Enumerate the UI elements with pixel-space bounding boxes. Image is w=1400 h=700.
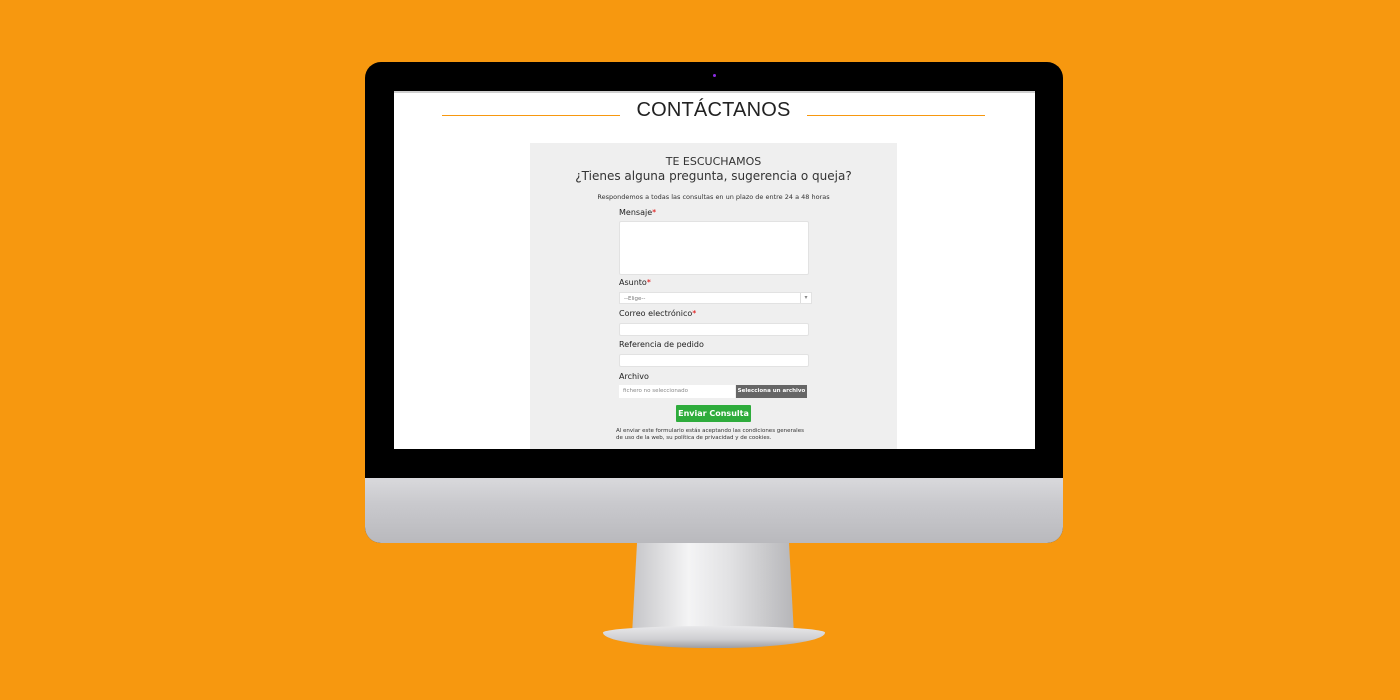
monitor: CONTÁCTANOS TE ESCUCHAMOS ¿Tienes alguna… bbox=[365, 62, 1063, 543]
contact-form: TE ESCUCHAMOS ¿Tienes alguna pregunta, s… bbox=[530, 143, 897, 449]
order-ref-label: Referencia de pedido bbox=[619, 340, 704, 349]
form-heading: TE ESCUCHAMOS bbox=[665, 155, 762, 168]
submit-button[interactable]: Enviar Consulta bbox=[676, 405, 751, 422]
page-title: CONTÁCTANOS bbox=[636, 99, 791, 121]
email-field[interactable] bbox=[619, 323, 809, 336]
file-name-display: fichero no seleccionado bbox=[619, 385, 735, 398]
webcam-dot bbox=[713, 74, 716, 77]
file-label: Archivo bbox=[619, 372, 649, 381]
monitor-chin bbox=[365, 478, 1063, 543]
required-mark: * bbox=[652, 208, 657, 217]
chevron-down-icon: ▾ bbox=[800, 293, 811, 303]
title-divider-right bbox=[807, 115, 985, 116]
subject-select-value: --Elige-- bbox=[624, 296, 646, 302]
order-ref-field[interactable] bbox=[619, 354, 809, 367]
screen: CONTÁCTANOS TE ESCUCHAMOS ¿Tienes alguna… bbox=[394, 91, 1035, 449]
monitor-base bbox=[603, 626, 825, 648]
top-strip bbox=[394, 91, 1035, 93]
title-divider-left bbox=[442, 115, 620, 116]
monitor-stand bbox=[632, 543, 794, 635]
subject-label: Asunto* bbox=[619, 278, 651, 287]
subject-select[interactable]: --Elige-- ▾ bbox=[619, 292, 812, 304]
message-label: Mensaje* bbox=[619, 208, 657, 217]
form-subheading: ¿Tienes alguna pregunta, sugerencia o qu… bbox=[575, 169, 852, 183]
legal-text: Al enviar este formulario estás aceptand… bbox=[616, 428, 804, 441]
required-mark: * bbox=[692, 309, 697, 318]
required-mark: * bbox=[646, 278, 651, 287]
response-time-note: Respondemos a todas las consultas en un … bbox=[597, 193, 830, 201]
message-textarea[interactable] bbox=[619, 221, 809, 275]
select-file-button[interactable]: Selecciona un archivo bbox=[736, 385, 807, 398]
email-label: Correo electrónico* bbox=[619, 309, 697, 318]
